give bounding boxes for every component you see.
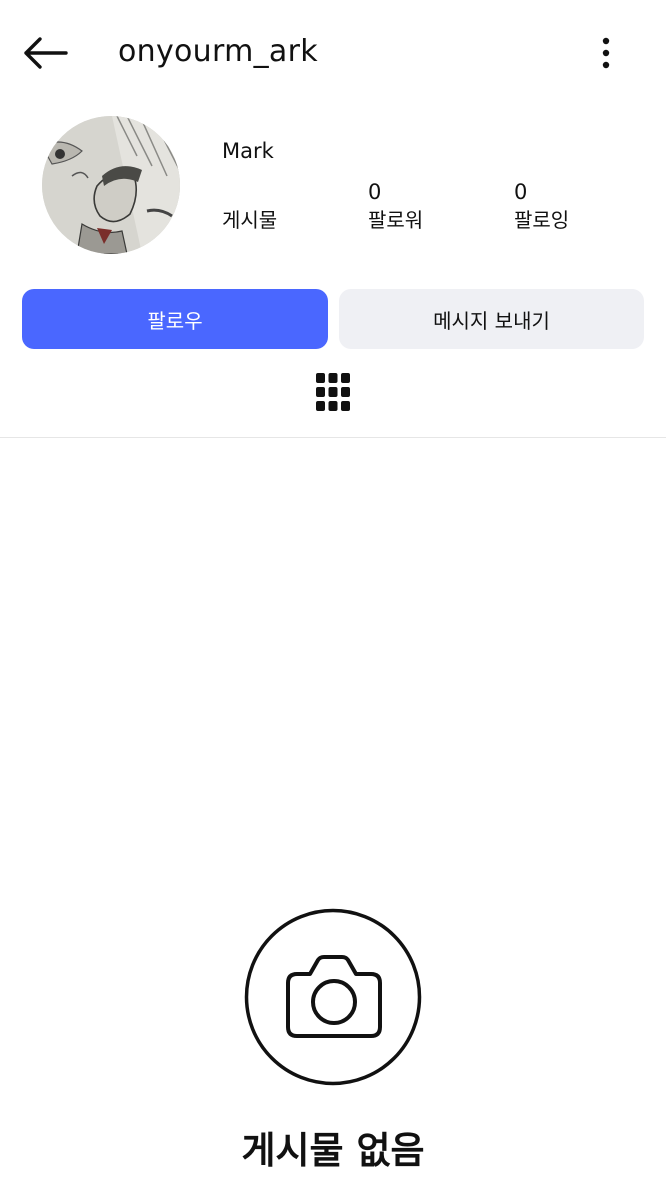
display-name: Mark bbox=[222, 139, 274, 163]
stat-following[interactable]: 0 팔로잉 bbox=[514, 178, 569, 234]
profile-username: onyourm_ark bbox=[118, 34, 318, 69]
send-message-button[interactable]: 메시지 보내기 bbox=[339, 289, 644, 349]
following-count: 0 bbox=[514, 180, 528, 204]
arrow-left-icon bbox=[24, 37, 68, 69]
grid-icon bbox=[316, 373, 350, 411]
followers-label: 팔로워 bbox=[368, 208, 424, 232]
top-bar: onyourm_ark bbox=[0, 0, 666, 106]
tab-divider bbox=[0, 437, 666, 438]
camera-icon bbox=[244, 908, 422, 1086]
posts-label: 게시물 bbox=[222, 208, 278, 232]
posts-count bbox=[222, 178, 277, 206]
follow-button[interactable]: 팔로우 bbox=[22, 289, 328, 349]
empty-state-icon bbox=[244, 908, 422, 1086]
stat-posts[interactable]: 게시물 bbox=[222, 178, 277, 234]
followers-count: 0 bbox=[368, 180, 382, 204]
no-posts-text: 게시물 없음 bbox=[241, 1129, 425, 1172]
profile-photo bbox=[42, 116, 180, 254]
stat-followers[interactable]: 0 팔로워 bbox=[368, 178, 423, 234]
more-options-button[interactable] bbox=[586, 30, 626, 76]
more-vertical-icon bbox=[602, 37, 610, 69]
tab-grid[interactable] bbox=[313, 370, 353, 414]
back-button[interactable] bbox=[20, 30, 70, 76]
avatar[interactable] bbox=[42, 116, 180, 254]
following-label: 팔로잉 bbox=[514, 208, 570, 232]
